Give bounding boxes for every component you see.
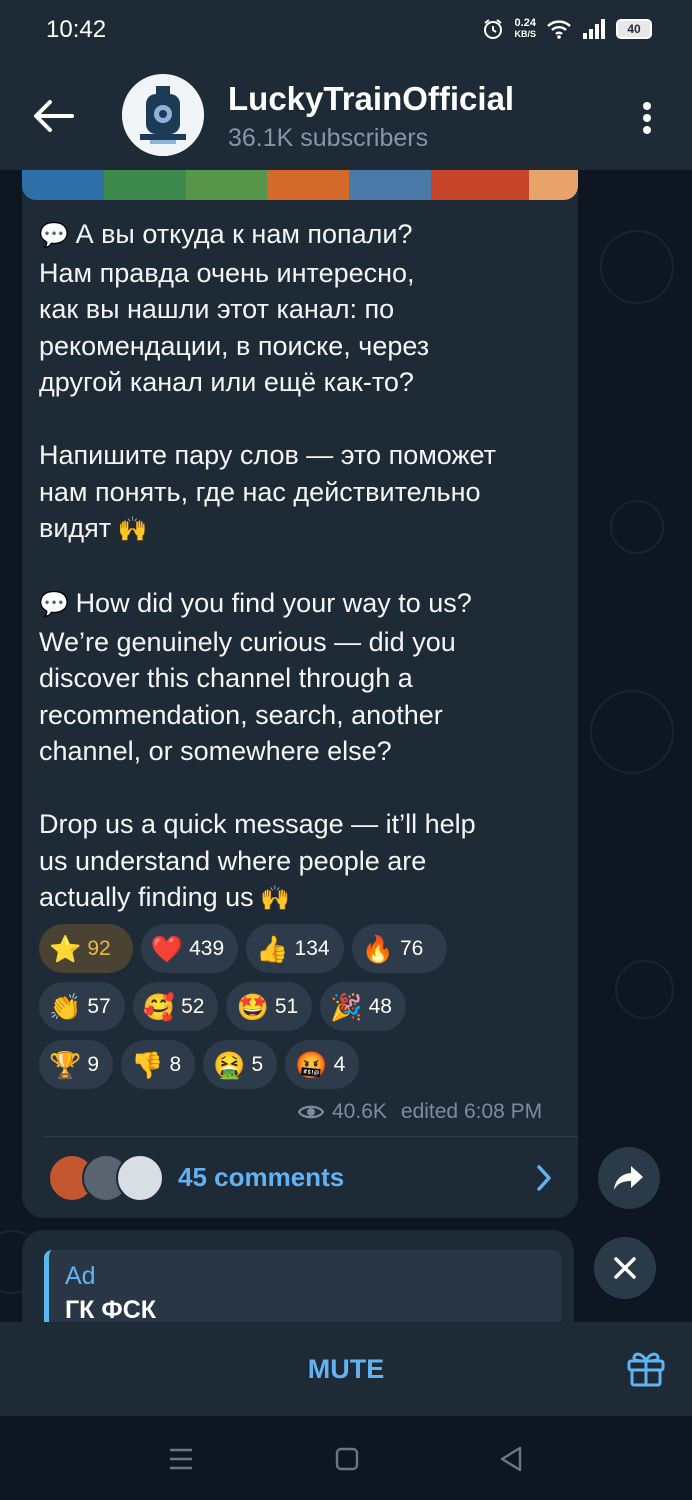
post-paragraph-ru-request: Напишите пару слов — это поможет нам пон… — [39, 440, 497, 543]
view-count: 40.6K — [332, 1100, 387, 1123]
background-doodle — [610, 500, 664, 554]
thumbs-up-icon: 👍 — [256, 933, 289, 964]
network-speed: 0.24 KB/S — [514, 18, 536, 40]
channel-bottom-bar: MUTE — [0, 1322, 692, 1416]
reaction-clap[interactable]: 👏 57 — [39, 982, 125, 1031]
reaction-count: 76 — [399, 936, 424, 960]
train-logo-icon — [122, 74, 204, 156]
reaction-smiling-hearts[interactable]: 🥰 52 — [132, 982, 219, 1031]
wifi-icon — [547, 20, 571, 39]
fire-icon: 🔥 — [361, 933, 394, 964]
star-struck-icon: 🤩 — [236, 991, 269, 1022]
network-speed-value: 0.24 — [514, 17, 536, 29]
post-meta: 40.6K edited 6:08 PM — [298, 1100, 542, 1124]
home-icon[interactable] — [332, 1444, 362, 1474]
reaction-vomit[interactable]: 🤮 5 — [203, 1040, 278, 1089]
reaction-count: 439 — [189, 936, 225, 960]
close-icon — [614, 1257, 636, 1279]
network-speed-unit: KB/S — [514, 29, 536, 39]
trophy-icon: 🏆 — [49, 1049, 82, 1080]
raised-hands-icon: 🙌 — [253, 885, 291, 912]
reaction-star-struck[interactable]: 🤩 51 — [226, 982, 313, 1031]
back-arrow-icon[interactable] — [30, 96, 76, 136]
reaction-trophy[interactable]: 🏆 9 — [39, 1040, 114, 1089]
thumbs-down-icon: 👎 — [131, 1049, 164, 1080]
reaction-star[interactable]: ⭐ 92 — [39, 924, 133, 973]
reaction-thumbs-up[interactable]: 👍 134 — [246, 924, 344, 973]
reactions-row: ⭐ 92 ❤️ 439 👍 134 🔥 76 — [39, 924, 559, 973]
reaction-fire[interactable]: 🔥 76 — [351, 924, 448, 973]
commenter-avatar — [116, 1154, 164, 1202]
comments-count: 45 comments — [178, 1162, 345, 1192]
channel-title[interactable]: LuckyTrainOfficial — [228, 80, 514, 118]
status-icons: 0.24 KB/S 40 — [482, 18, 652, 40]
speech-bubble-icon: 💬 — [39, 591, 76, 618]
heart-icon: ❤️ — [150, 933, 184, 964]
reaction-count: 5 — [251, 1052, 264, 1076]
mute-button[interactable]: MUTE — [0, 1322, 692, 1416]
background-doodle — [590, 690, 674, 774]
reaction-count: 52 — [181, 994, 205, 1018]
background-doodle — [600, 230, 674, 304]
comments-divider — [44, 1136, 578, 1137]
reaction-count: 8 — [169, 1052, 182, 1076]
reaction-heart[interactable]: ❤️ 439 — [140, 924, 239, 973]
raised-hands-icon: 🙌 — [111, 516, 148, 543]
eye-icon — [298, 1105, 324, 1119]
recent-apps-icon[interactable] — [166, 1444, 196, 1474]
reaction-count: 134 — [294, 936, 330, 960]
post-paragraph-en-question: How did you find your way to us? We’re g… — [39, 588, 472, 766]
star-icon: ⭐ — [49, 933, 82, 964]
reaction-count: 92 — [87, 936, 111, 960]
cursing-face-icon: 🤬 — [295, 1049, 328, 1080]
reaction-cursing-face[interactable]: 🤬 4 — [285, 1040, 360, 1089]
status-time: 10:42 — [46, 16, 107, 43]
channel-header: LuckyTrainOfficial 36.1K subscribers — [0, 62, 692, 170]
reaction-count: 48 — [368, 994, 392, 1018]
party-popper-icon: 🎉 — [330, 991, 363, 1022]
reactions-panel: ⭐ 92 ❤️ 439 👍 134 🔥 76 👏 57 🥰 52 🤩 51 🎉 48 🏆 9 👎 8… — [39, 924, 559, 1098]
smiling-hearts-icon: 🥰 — [142, 991, 176, 1022]
reaction-count: 57 — [87, 994, 111, 1018]
vomit-icon: 🤮 — [213, 1049, 246, 1080]
share-arrow-icon — [614, 1166, 643, 1190]
clap-icon: 👏 — [49, 991, 82, 1022]
alarm-icon — [484, 19, 503, 39]
reaction-count: 51 — [274, 994, 299, 1018]
reaction-party-popper[interactable]: 🎉 48 — [320, 982, 406, 1031]
reaction-thumbs-down[interactable]: 👎 8 — [121, 1040, 196, 1089]
reaction-count: 9 — [87, 1052, 100, 1076]
chevron-right-icon — [537, 1165, 551, 1191]
subscriber-count: 36.1K subscribers — [228, 124, 429, 152]
post-image-bottom-edge[interactable] — [22, 170, 578, 200]
close-ad-button[interactable] — [594, 1237, 656, 1299]
post-paragraph-ru-question: А вы откуда к нам попали? Нам правда оче… — [39, 219, 430, 397]
gift-icon[interactable] — [626, 1348, 666, 1388]
reaction-count: 4 — [333, 1052, 346, 1076]
comments-button[interactable]: 45 comments — [44, 1146, 564, 1208]
status-bar: 10:42 0.24 KB/S 40 — [0, 0, 692, 62]
battery-icon: 40 — [616, 19, 652, 39]
reactions-row: 👏 57 🥰 52 🤩 51 🎉 48 — [39, 982, 559, 1031]
signal-icon — [583, 19, 605, 39]
reactions-row: 🏆 9 👎 8 🤮 5 🤬 4 — [39, 1040, 559, 1089]
ad-title: ГК ФСК — [65, 1296, 157, 1324]
back-icon[interactable] — [496, 1444, 526, 1474]
share-button[interactable] — [598, 1147, 660, 1209]
edited-time: edited 6:08 PM — [400, 1100, 543, 1123]
background-doodle — [615, 960, 674, 1019]
more-options-icon[interactable] — [632, 98, 662, 138]
channel-avatar[interactable] — [122, 74, 204, 156]
ad-label: Ad — [65, 1262, 96, 1290]
speech-bubble-icon: 💬 — [39, 222, 76, 249]
post-text: 💬 А вы откуда к нам попали? Нам правда о… — [39, 216, 569, 918]
system-navigation-bar — [0, 1416, 692, 1500]
